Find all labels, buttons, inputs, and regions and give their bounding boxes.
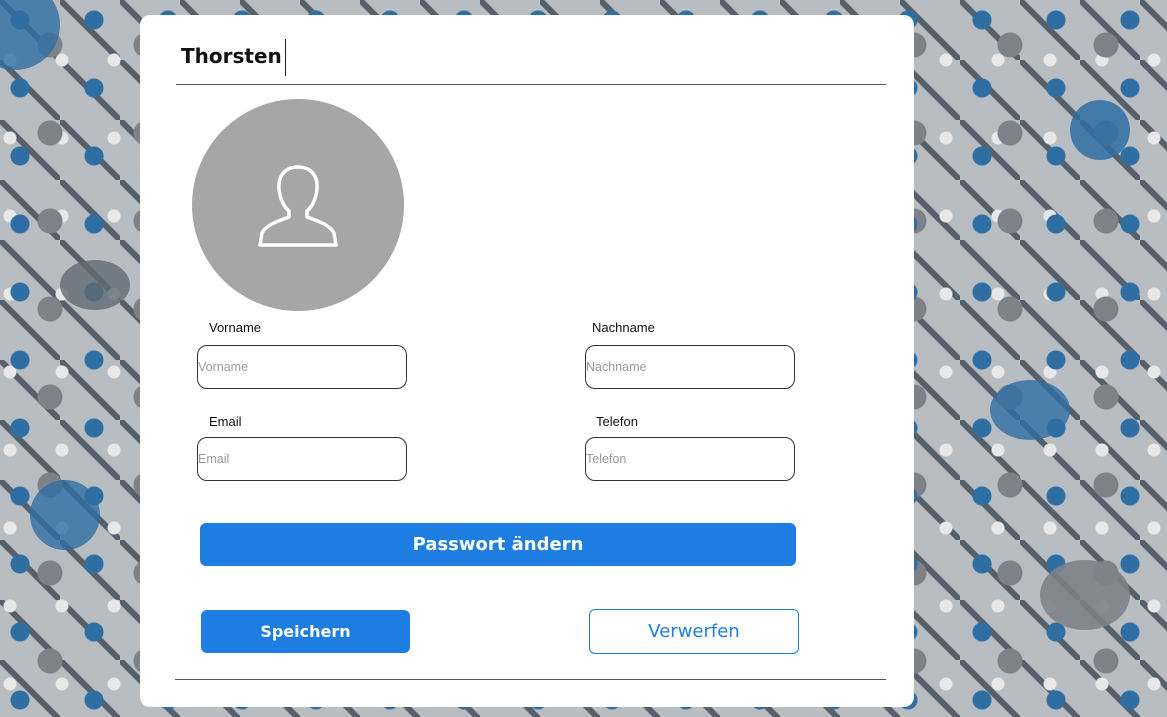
vorname-label: Vorname bbox=[209, 320, 262, 335]
email-input[interactable] bbox=[197, 437, 407, 481]
footer-divider bbox=[175, 679, 886, 680]
avatar[interactable] bbox=[192, 99, 404, 311]
change-password-button[interactable]: Passwort ändern bbox=[200, 523, 796, 566]
save-button[interactable]: Speichern bbox=[201, 610, 410, 653]
discard-button[interactable]: Verwerfen bbox=[589, 609, 799, 654]
profile-name: Thorsten bbox=[181, 44, 282, 68]
vorname-input[interactable] bbox=[197, 345, 407, 389]
nachname-input[interactable] bbox=[585, 345, 795, 389]
nachname-label: Nachname bbox=[592, 320, 655, 335]
header-divider bbox=[285, 39, 286, 76]
email-label: Email bbox=[209, 414, 242, 429]
profile-card: Thorsten Vorname Nachname Email Telefon … bbox=[140, 15, 914, 707]
user-silhouette-icon bbox=[258, 165, 338, 247]
profile-header: Thorsten bbox=[176, 37, 886, 85]
telefon-input[interactable] bbox=[585, 437, 795, 481]
telefon-label: Telefon bbox=[596, 414, 638, 429]
